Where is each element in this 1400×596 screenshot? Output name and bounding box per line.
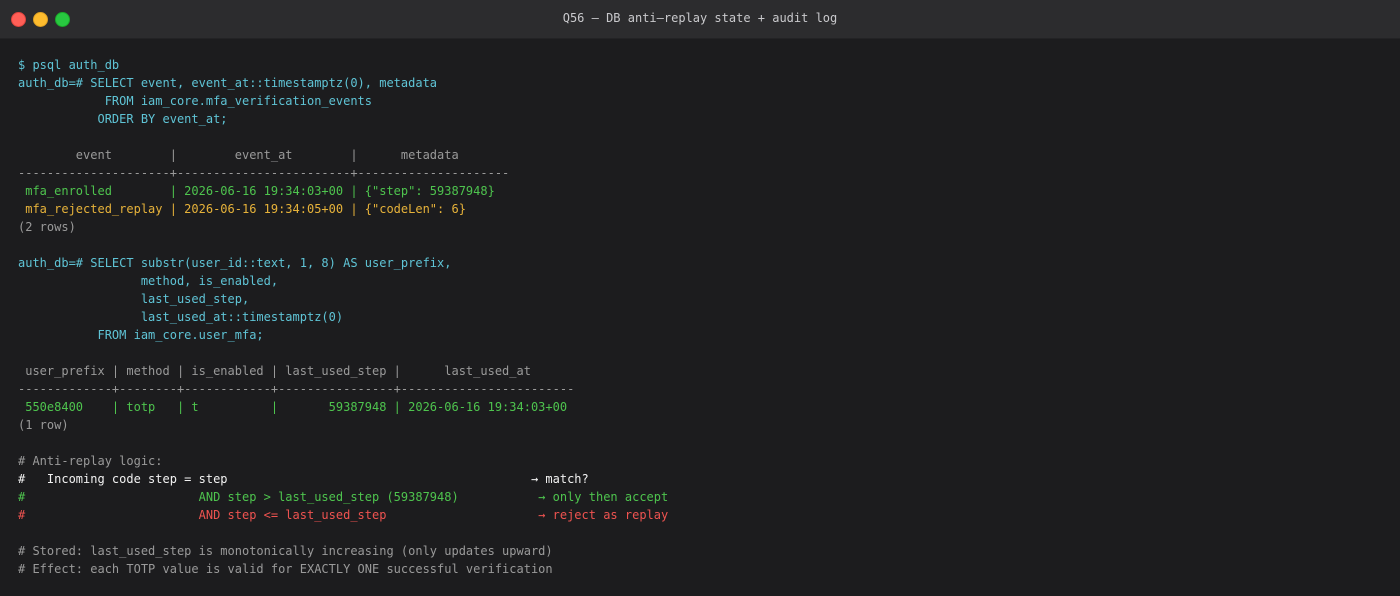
terminal-line: last_used_at::timestamptz(0) <box>18 310 344 324</box>
terminal-line: event | event_at | metadata <box>18 148 459 162</box>
terminal-line: auth_db=# SELECT substr(user_id::text, 1… <box>18 256 452 270</box>
terminal-line: mfa_enrolled | 2026-06-16 19:34:03+00 | … <box>18 184 495 198</box>
terminal-line: method, is_enabled, <box>18 274 279 288</box>
terminal-line: # Stored: last_used_step is monotonicall… <box>18 544 553 558</box>
terminal-window: Q56 — DB anti–replay state + audit log $… <box>0 0 1400 596</box>
terminal-line: mfa_rejected_replay | 2026-06-16 19:34:0… <box>18 202 466 216</box>
terminal-line: # Anti-replay logic: <box>18 454 163 468</box>
terminal-line: -------------+--------+------------+----… <box>18 382 575 396</box>
title-bar: Q56 — DB anti–replay state + audit log <box>0 0 1400 39</box>
terminal-line: FROM iam_core.user_mfa; <box>18 328 264 342</box>
terminal-line: # AND step > last_used_step (59387948) →… <box>18 490 669 504</box>
terminal-line: 550e8400 | totp | t | 59387948 | 2026-06… <box>18 400 568 414</box>
terminal-line: # Effect: each TOTP value is valid for E… <box>18 562 553 576</box>
terminal-line: (1 row) <box>18 418 69 432</box>
window-title: Q56 — DB anti–replay state + audit log <box>562 11 838 25</box>
terminal-output[interactable]: $ psql auth_db auth_db=# SELECT event, ev… <box>0 39 1400 578</box>
terminal-line: # Incoming code step = step → match? <box>18 472 589 486</box>
terminal-line: $ psql auth_db <box>18 58 120 72</box>
terminal-line: last_used_step, <box>18 292 250 306</box>
terminal-line: ---------------------+------------------… <box>18 166 510 180</box>
terminal-line: # AND step <= last_used_step → reject as… <box>18 508 669 522</box>
terminal-line: ORDER BY event_at; <box>18 112 228 126</box>
terminal-line: user_prefix | method | is_enabled | last… <box>18 364 531 378</box>
terminal-line: (2 rows) <box>18 220 76 234</box>
terminal-line: auth_db=# SELECT event, event_at::timest… <box>18 76 438 90</box>
terminal-line: FROM iam_core.mfa_verification_events <box>18 94 373 108</box>
